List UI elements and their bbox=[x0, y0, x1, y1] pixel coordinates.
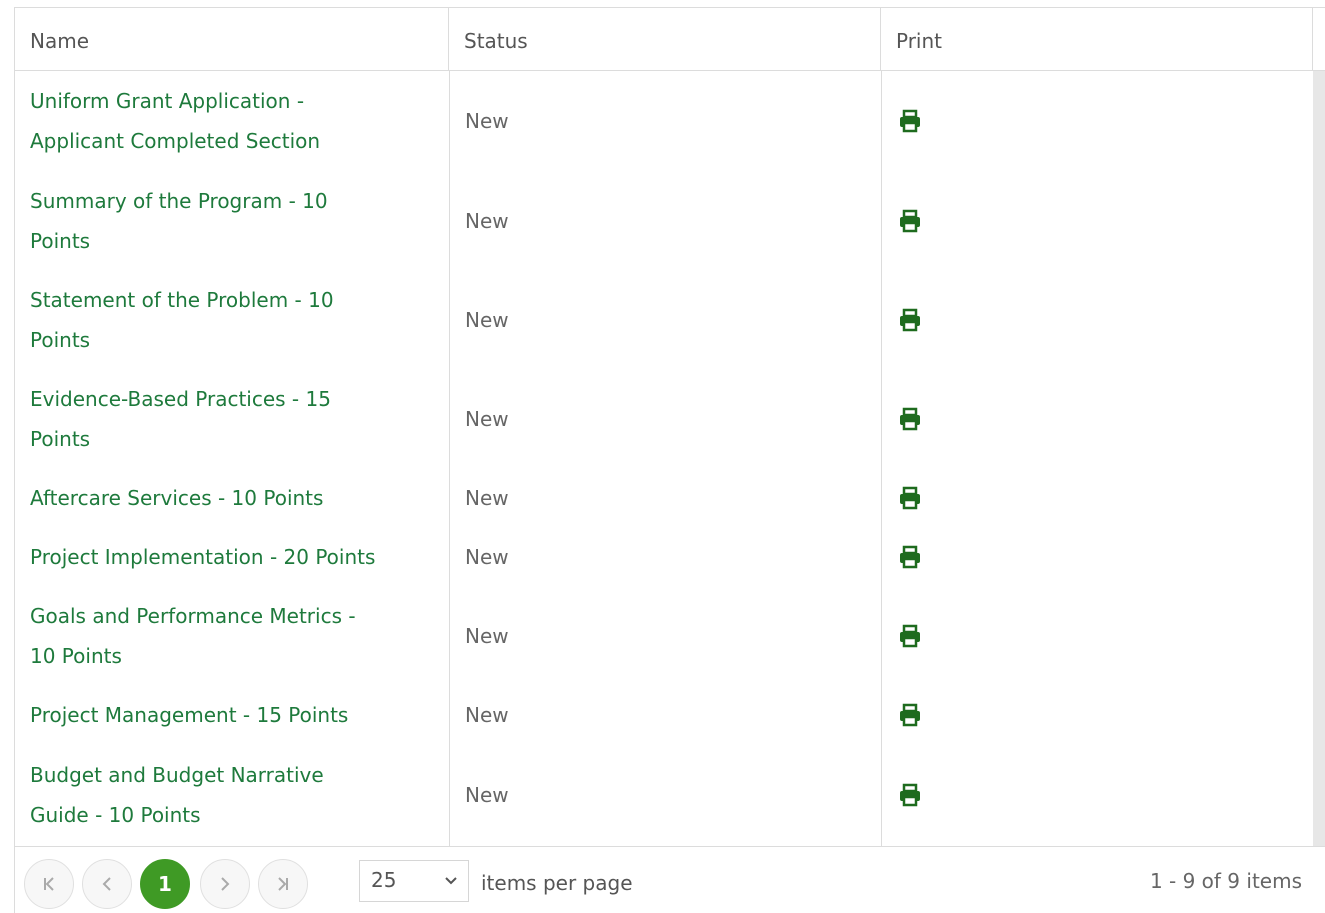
pager: 1 25 items per page 1 - 9 of 9 items bbox=[15, 846, 1325, 913]
table-row: Goals and Performance Metrics - 10 Point… bbox=[15, 587, 1313, 685]
next-page-icon bbox=[221, 877, 230, 891]
document-name-line: Project Management - 15 Points bbox=[30, 703, 349, 727]
document-name-line: Statement of the Problem - 10 bbox=[30, 288, 334, 312]
table-row: Aftercare Services - 10 Points New bbox=[15, 469, 1313, 527]
previous-page-icon bbox=[102, 877, 111, 891]
print-button[interactable] bbox=[897, 71, 923, 171]
document-name-line: Evidence-Based Practices - 15 bbox=[30, 387, 331, 411]
print-button[interactable] bbox=[897, 745, 923, 845]
document-name-line: Guide - 10 Points bbox=[30, 803, 201, 827]
document-name-line: Points bbox=[30, 427, 91, 451]
document-name-link[interactable]: Aftercare Services - 10 Points bbox=[30, 469, 440, 527]
document-name-link[interactable]: Uniform Grant Application - Applicant Co… bbox=[30, 71, 440, 171]
printer-icon[interactable] bbox=[897, 209, 923, 233]
vertical-scrollbar[interactable] bbox=[1313, 71, 1325, 846]
document-name-line: Uniform Grant Application - bbox=[30, 89, 305, 113]
document-name-link[interactable]: Statement of the Problem - 10 Points bbox=[30, 271, 440, 369]
printer-icon[interactable] bbox=[897, 486, 923, 510]
print-button[interactable] bbox=[897, 685, 923, 745]
document-name-line: Budget and Budget Narrative bbox=[30, 763, 324, 787]
previous-page-button[interactable] bbox=[82, 859, 132, 909]
table-row: Uniform Grant Application - Applicant Co… bbox=[15, 71, 1313, 171]
document-name-link[interactable]: Budget and Budget Narrative Guide - 10 P… bbox=[30, 745, 440, 845]
printer-icon[interactable] bbox=[897, 308, 923, 332]
page-size-dropdown[interactable]: 25 bbox=[359, 860, 469, 902]
status-cell: New bbox=[465, 783, 509, 807]
document-name-line: Project Implementation - 20 Points bbox=[30, 545, 376, 569]
print-button[interactable] bbox=[897, 271, 923, 369]
table-row: Project Implementation - 20 Points New bbox=[15, 527, 1313, 587]
status-cell: New bbox=[465, 109, 509, 133]
last-page-icon bbox=[278, 877, 288, 891]
printer-icon[interactable] bbox=[897, 703, 923, 727]
document-name-link[interactable]: Project Management - 15 Points bbox=[30, 685, 440, 745]
printer-icon[interactable] bbox=[897, 407, 923, 431]
printer-icon[interactable] bbox=[897, 109, 923, 133]
status-cell: New bbox=[465, 308, 509, 332]
table-row: Statement of the Problem - 10 Points New bbox=[15, 271, 1313, 369]
first-page-icon bbox=[44, 877, 54, 891]
column-header-name[interactable]: Name bbox=[15, 8, 449, 70]
pager-info: 1 - 9 of 9 items bbox=[1149, 869, 1302, 893]
status-cell: New bbox=[465, 624, 509, 648]
print-button[interactable] bbox=[897, 587, 923, 685]
document-name-line: Aftercare Services - 10 Points bbox=[30, 486, 324, 510]
document-name-line: Goals and Performance Metrics - bbox=[30, 604, 356, 628]
print-button[interactable] bbox=[897, 469, 923, 527]
column-header-status[interactable]: Status bbox=[449, 8, 881, 70]
page-size-value: 25 bbox=[371, 868, 397, 892]
grid-header: Name Status Print bbox=[15, 8, 1325, 71]
print-button[interactable] bbox=[897, 171, 923, 271]
document-name-line: 10 Points bbox=[30, 644, 122, 668]
document-name-line: Points bbox=[30, 229, 91, 253]
document-name-line: Applicant Completed Section bbox=[30, 129, 321, 153]
status-cell: New bbox=[465, 209, 509, 233]
printer-icon[interactable] bbox=[897, 624, 923, 648]
last-page-button[interactable] bbox=[258, 859, 308, 909]
page-button-current[interactable]: 1 bbox=[140, 859, 190, 909]
first-page-button[interactable] bbox=[24, 859, 74, 909]
next-page-button[interactable] bbox=[200, 859, 250, 909]
grid-body: Uniform Grant Application - Applicant Co… bbox=[15, 71, 1325, 846]
document-name-link[interactable]: Summary of the Program - 10 Points bbox=[30, 171, 440, 271]
table-row: Budget and Budget Narrative Guide - 10 P… bbox=[15, 745, 1313, 845]
document-name-line: Summary of the Program - 10 bbox=[30, 189, 328, 213]
documents-grid: Name Status Print Uniform Grant Applicat… bbox=[14, 7, 1325, 913]
document-name-line: Points bbox=[30, 328, 91, 352]
document-name-link[interactable]: Evidence-Based Practices - 15 Points bbox=[30, 369, 440, 469]
page-size-label: items per page bbox=[481, 871, 633, 895]
status-cell: New bbox=[465, 703, 509, 727]
status-cell: New bbox=[465, 545, 509, 569]
print-button[interactable] bbox=[897, 527, 923, 587]
print-button[interactable] bbox=[897, 369, 923, 469]
column-header-print[interactable]: Print bbox=[881, 8, 1313, 70]
status-cell: New bbox=[465, 486, 509, 510]
table-row: Summary of the Program - 10 Points New bbox=[15, 171, 1313, 271]
printer-icon[interactable] bbox=[897, 545, 923, 569]
chevron-down-icon bbox=[445, 877, 457, 885]
table-row: Project Management - 15 Points New bbox=[15, 685, 1313, 745]
document-name-link[interactable]: Goals and Performance Metrics - 10 Point… bbox=[30, 587, 440, 685]
status-cell: New bbox=[465, 407, 509, 431]
table-row: Evidence-Based Practices - 15 Points New bbox=[15, 369, 1313, 469]
printer-icon[interactable] bbox=[897, 783, 923, 807]
document-name-link[interactable]: Project Implementation - 20 Points bbox=[30, 527, 440, 587]
